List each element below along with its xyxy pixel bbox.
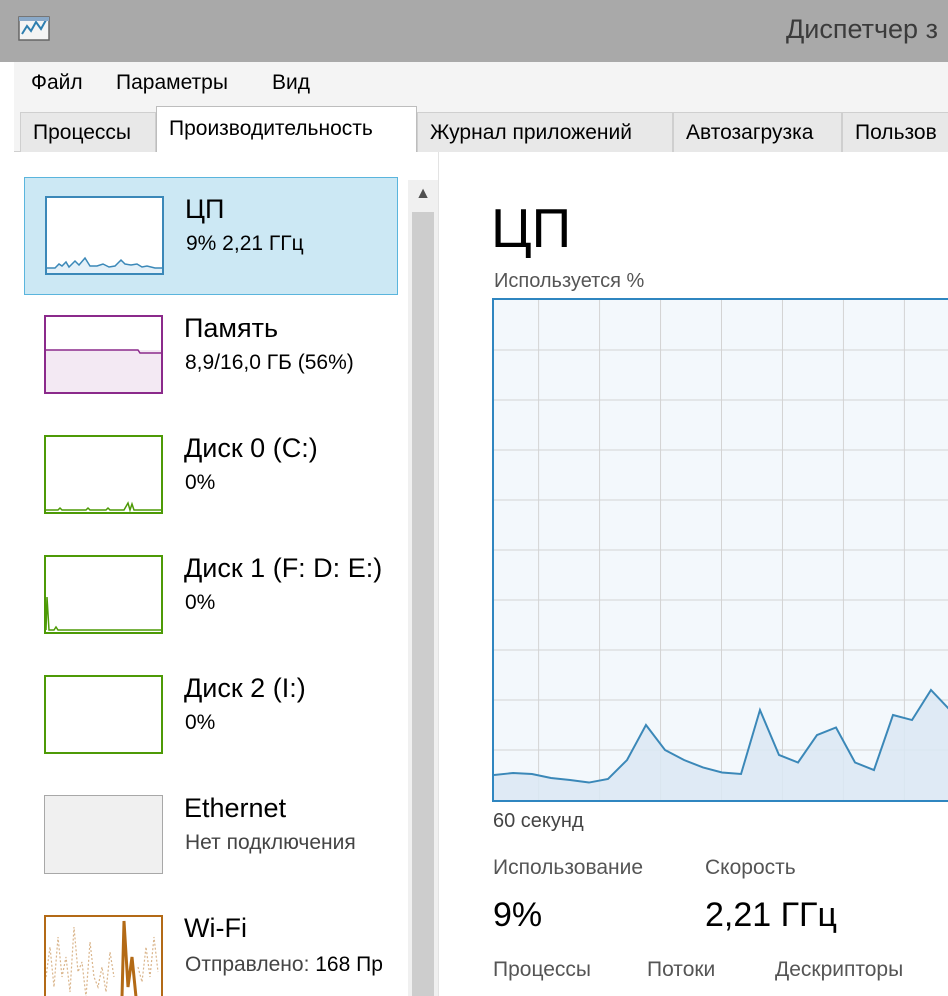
tab-processes[interactable]: Процессы (20, 112, 156, 152)
ethernet-label: Ethernet (184, 793, 287, 823)
sidebar-scrollbar[interactable]: ▲ (408, 180, 438, 996)
sidebar-item-disk-0[interactable]: Диск 0 (C:) 0% (24, 417, 398, 535)
disk0-label: Диск 0 (C:) (184, 433, 318, 463)
disk1-usage: 0% (185, 591, 216, 614)
speed-value: 2,21 ГГц (705, 896, 837, 934)
chart-time-axis-label: 60 секунд (493, 810, 584, 832)
menu-view[interactable]: Вид (272, 71, 310, 95)
menu-file[interactable]: Файл (31, 71, 83, 95)
tab-startup[interactable]: Автозагрузка (673, 112, 842, 152)
disk1-label: Диск 1 (F: D: E:) (184, 553, 383, 583)
title-bar: Диспетчер з (0, 0, 948, 62)
resource-sidebar: ЦП 9% 2,21 ГГц Память 8,9/16,0 ГБ (56%) … (14, 152, 438, 996)
wifi-sent-summary: Отправлено: 168 Пр (185, 953, 383, 977)
processes-label: Процессы (493, 958, 592, 981)
wifi-sent-label: Отправлено: (185, 953, 310, 976)
menu-options[interactable]: Параметры (116, 71, 228, 95)
disk0-thumbnail-graph (44, 435, 163, 514)
tab-performance[interactable]: Производительность (156, 106, 417, 153)
tab-users[interactable]: Пользов (842, 112, 948, 152)
usage-value: 9% (493, 896, 543, 934)
disk2-usage: 0% (185, 711, 216, 734)
chart-caption: Используется % (494, 270, 645, 292)
sidebar-item-disk-2[interactable]: Диск 2 (I:) 0% (24, 657, 398, 775)
tab-app-history[interactable]: Журнал приложений (417, 112, 673, 152)
scrollbar-thumb[interactable] (412, 212, 434, 996)
wifi-sent-value: 168 Пр (315, 953, 383, 976)
sidebar-item-wifi[interactable]: Wi-Fi Отправлено: 168 Пр (24, 897, 398, 996)
memory-label: Память (184, 313, 279, 343)
ethernet-thumbnail-graph (44, 795, 163, 874)
cpu-thumbnail-graph (45, 196, 164, 275)
disk1-thumbnail-graph (44, 555, 163, 634)
menu-bar: Файл Параметры Вид (14, 62, 948, 102)
scroll-up-arrow-icon[interactable]: ▲ (408, 180, 438, 208)
speed-label: Скорость (705, 856, 796, 879)
cpu-label: ЦП (185, 194, 225, 224)
usage-label: Использование (493, 856, 644, 879)
sidebar-item-memory[interactable]: Память 8,9/16,0 ГБ (56%) (24, 297, 398, 415)
sidebar-item-cpu[interactable]: ЦП 9% 2,21 ГГц (24, 177, 398, 295)
disk2-thumbnail-graph (44, 675, 163, 754)
ethernet-status: Нет подключения (185, 831, 356, 854)
cpu-usage-area (494, 689, 948, 800)
disk2-label: Диск 2 (I:) (184, 673, 306, 703)
wifi-thumbnail-graph (44, 915, 163, 996)
disk0-usage: 0% (185, 471, 216, 494)
cpu-usage-summary: 9% 2,21 ГГц (186, 232, 304, 255)
handles-label: Дескрипторы (775, 958, 904, 981)
tab-bar: Процессы Производительность Журнал прило… (14, 102, 948, 153)
wifi-label: Wi-Fi (184, 913, 247, 943)
cpu-usage-chart (492, 298, 948, 802)
sidebar-item-ethernet[interactable]: Ethernet Нет подключения (24, 777, 398, 895)
threads-label: Потоки (647, 958, 716, 981)
sidebar-item-disk-1[interactable]: Диск 1 (F: D: E:) 0% (24, 537, 398, 655)
window-title: Диспетчер з (786, 14, 938, 44)
task-manager-app-icon[interactable] (18, 14, 52, 44)
resource-title: ЦП (491, 197, 572, 259)
memory-thumbnail-graph (44, 315, 163, 394)
memory-usage-summary: 8,9/16,0 ГБ (56%) (185, 351, 354, 374)
